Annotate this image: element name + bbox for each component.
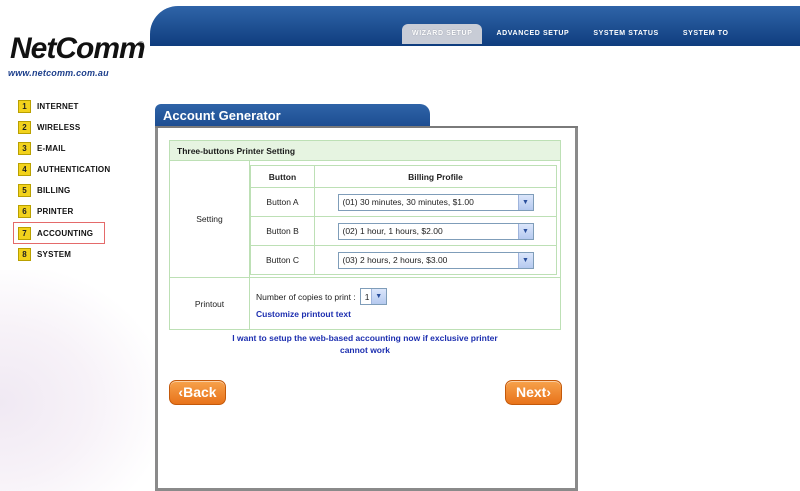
step-number-badge: 7: [18, 226, 31, 240]
printout-label: Printout: [170, 278, 250, 330]
page-title: Account Generator: [163, 108, 281, 123]
sidebar-item-billing[interactable]: 5 BILLING: [18, 180, 138, 201]
sidebar-item-internet[interactable]: 1 INTERNET: [18, 96, 138, 117]
step-number-badge: 2: [18, 121, 31, 134]
select-value: 1: [364, 291, 370, 302]
sidebar-item-label: AUTHENTICATION: [37, 165, 111, 174]
column-header-button: Button: [250, 165, 315, 188]
background-decoration: [0, 270, 160, 491]
copies-label: Number of copies to print :: [256, 291, 356, 302]
copies-control: Number of copies to print : 1 ▼: [256, 288, 387, 305]
sidebar-item-label: E-MAIL: [37, 144, 66, 153]
step-number-badge: 4: [18, 163, 31, 176]
select-value: (02) 1 hour, 1 hours, $2.00: [342, 226, 443, 236]
select-value: (01) 30 minutes, 30 minutes, $1.00: [342, 197, 474, 207]
top-nav-tabs: WIZARD SETUP ADVANCED SETUP SYSTEM STATU…: [402, 24, 743, 44]
tab-advanced-setup[interactable]: ADVANCED SETUP: [486, 24, 579, 44]
billing-profile-select-a[interactable]: (01) 30 minutes, 30 minutes, $1.00 ▼: [337, 193, 534, 211]
button-profile-table: Button Billing Profile Button A (01) 30 …: [250, 165, 557, 275]
sidebar-item-label: BILLING: [37, 186, 71, 195]
chevron-right-icon: ›: [546, 384, 552, 400]
sidebar-item-label: INTERNET: [37, 102, 79, 111]
web-link-line-1[interactable]: I want to setup the web-based accounting…: [169, 332, 561, 344]
web-accounting-link[interactable]: I want to setup the web-based accounting…: [169, 332, 561, 356]
button-name-cell: Button C: [250, 245, 315, 275]
netcomm-logo: NetComm: [10, 32, 146, 65]
chevron-down-icon[interactable]: ▼: [370, 289, 386, 304]
chevron-down-icon[interactable]: ▼: [517, 194, 533, 210]
billing-profile-select-c[interactable]: (03) 2 hours, 2 hours, $3.00 ▼: [337, 251, 534, 269]
sidebar-item-system[interactable]: 8 SYSTEM: [18, 244, 138, 265]
sidebar-item-label: SYSTEM: [37, 250, 72, 259]
setting-label: Setting: [170, 161, 250, 277]
table-row: Button B (02) 1 hour, 1 hours, $2.00 ▼: [250, 216, 557, 246]
column-header-billing-profile: Billing Profile: [314, 165, 557, 188]
next-button-label: Next: [515, 384, 547, 400]
back-button-label: Back: [183, 384, 217, 400]
step-number-badge: 1: [18, 100, 31, 113]
tab-system-status[interactable]: SYSTEM STATUS: [583, 24, 669, 44]
logo-url: www.netcomm.com.au: [8, 68, 109, 78]
setting-row: Setting Button Billing Profile Button A …: [170, 161, 560, 278]
table-row: Button C (03) 2 hours, 2 hours, $3.00 ▼: [250, 245, 557, 275]
sidebar-item-label: PRINTER: [37, 207, 74, 216]
tab-wizard-setup[interactable]: WIZARD SETUP: [402, 24, 483, 44]
table-header-row: Button Billing Profile: [250, 165, 557, 188]
tab-system-tools[interactable]: SYSTEM TO: [673, 24, 739, 44]
panel-title-tab: Account Generator: [155, 104, 430, 128]
step-number-badge: 6: [18, 205, 31, 218]
chevron-down-icon[interactable]: ▼: [517, 252, 533, 268]
sidebar-item-authentication[interactable]: 4 AUTHENTICATION: [18, 159, 138, 180]
registered-mark: ®: [138, 40, 144, 49]
sidebar-item-printer[interactable]: 6 PRINTER: [18, 201, 138, 222]
sidebar-item-label: WIRELESS: [37, 123, 81, 132]
next-button[interactable]: Next›: [505, 380, 562, 405]
profile-cell: (03) 2 hours, 2 hours, $3.00 ▼: [314, 245, 557, 275]
table-row: Button A (01) 30 minutes, 30 minutes, $1…: [250, 187, 557, 217]
chevron-down-icon[interactable]: ▼: [517, 223, 533, 239]
sidebar-item-accounting[interactable]: 7 ACCOUNTING: [13, 222, 105, 244]
back-button[interactable]: ‹Back: [169, 380, 226, 405]
button-name-cell: Button B: [250, 216, 315, 246]
step-number-badge: 3: [18, 142, 31, 155]
profile-cell: (02) 1 hour, 1 hours, $2.00 ▼: [314, 216, 557, 246]
sidebar-item-email[interactable]: 3 E-MAIL: [18, 138, 138, 159]
web-link-line-2[interactable]: cannot work: [169, 344, 561, 356]
sidebar-item-wireless[interactable]: 2 WIRELESS: [18, 117, 138, 138]
sidebar-item-label: ACCOUNTING: [37, 228, 94, 238]
customize-printout-link[interactable]: Customize printout text: [256, 309, 351, 319]
step-number-badge: 8: [18, 248, 31, 261]
printer-setting-section: Three-buttons Printer Setting Setting Bu…: [169, 140, 561, 330]
section-title: Three-buttons Printer Setting: [170, 141, 560, 161]
printout-row: Printout Number of copies to print : 1 ▼…: [170, 278, 560, 330]
step-number-badge: 5: [18, 184, 31, 197]
select-value: (03) 2 hours, 2 hours, $3.00: [342, 255, 448, 265]
button-name-cell: Button A: [250, 187, 315, 217]
profile-cell: (01) 30 minutes, 30 minutes, $1.00 ▼: [314, 187, 557, 217]
billing-profile-select-b[interactable]: (02) 1 hour, 1 hours, $2.00 ▼: [337, 222, 534, 240]
wizard-steps-sidebar: 1 INTERNET 2 WIRELESS 3 E-MAIL 4 AUTHENT…: [13, 96, 138, 265]
copies-select[interactable]: 1 ▼: [359, 288, 387, 305]
